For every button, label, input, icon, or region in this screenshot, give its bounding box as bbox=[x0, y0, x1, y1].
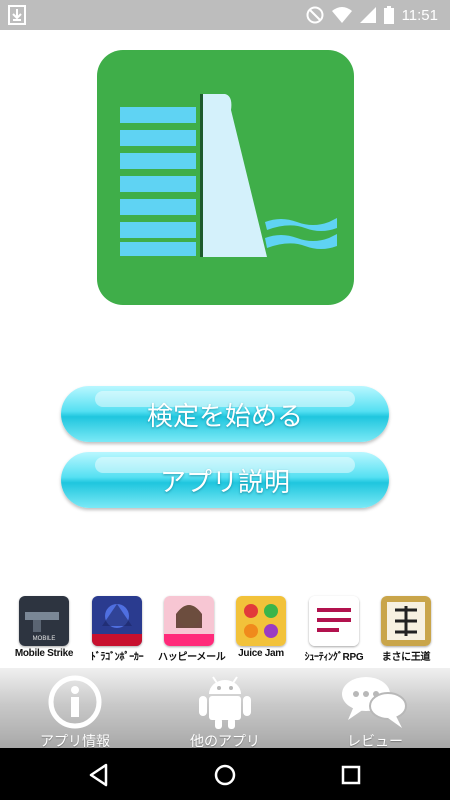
android-icon bbox=[199, 676, 251, 729]
app-thumbnail: MOBILE bbox=[19, 596, 69, 646]
speech-bubble-icon bbox=[342, 677, 407, 728]
home-icon[interactable] bbox=[212, 762, 238, 788]
download-icon bbox=[8, 5, 26, 25]
start-test-button[interactable]: 検定を始める bbox=[61, 386, 389, 442]
wifi-icon bbox=[331, 7, 352, 23]
start-test-label: 検定を始める bbox=[146, 401, 303, 432]
battery-icon bbox=[383, 6, 394, 24]
back-icon[interactable] bbox=[86, 762, 112, 788]
do-not-disturb-icon bbox=[306, 6, 324, 24]
promo-app-happy-mail[interactable]: ハッピーメール bbox=[158, 596, 226, 663]
tab-review[interactable]: レビュー bbox=[300, 668, 450, 750]
app-thumbnail bbox=[381, 596, 431, 646]
promo-app-list: MOBILE Mobile Strike ﾄﾞﾗｺﾞﾝﾎﾟｰｶｰ ハッピーメール bbox=[0, 596, 450, 668]
recents-icon[interactable] bbox=[338, 762, 364, 788]
svg-text:MOBILE: MOBILE bbox=[33, 636, 56, 642]
promo-app-name: ハッピーメール bbox=[158, 652, 226, 663]
app-thumbnail bbox=[236, 596, 286, 646]
cellular-icon bbox=[359, 7, 376, 23]
app-description-button[interactable]: アプリ説明 bbox=[61, 452, 389, 508]
status-bar: 11:51 bbox=[0, 0, 450, 30]
promo-app-juice-jam[interactable]: Juice Jam bbox=[230, 596, 292, 659]
tab-app-info[interactable]: アプリ情報 bbox=[0, 668, 150, 750]
app-thumbnail bbox=[164, 596, 214, 646]
tab-other-apps[interactable]: 他のアプリ bbox=[150, 668, 300, 750]
promo-app-name: Juice Jam bbox=[238, 648, 284, 659]
promo-app-mobile-strike[interactable]: MOBILE Mobile Strike bbox=[13, 596, 75, 659]
status-time: 11:51 bbox=[401, 6, 438, 24]
navigation-bar bbox=[0, 748, 450, 800]
app-logo bbox=[97, 50, 354, 305]
promo-app-name: まさに王道 bbox=[381, 652, 431, 663]
app-thumbnail bbox=[92, 596, 142, 646]
app-thumbnail bbox=[309, 596, 359, 646]
dam-icon bbox=[120, 94, 337, 257]
promo-app-masani-oudou[interactable]: まさに王道 bbox=[375, 596, 437, 663]
promo-app-name: ﾄﾞﾗｺﾞﾝﾎﾟｰｶｰ bbox=[90, 652, 144, 663]
app-description-label: アプリ説明 bbox=[159, 467, 290, 498]
info-icon bbox=[48, 675, 102, 729]
promo-app-name: ｼｭｰﾃｨﾝｸﾞRPG bbox=[304, 652, 364, 663]
promo-app-name: Mobile Strike bbox=[14, 648, 74, 659]
bottom-tab-bar: アプリ情報 他のアプリ レビュー bbox=[0, 668, 450, 750]
promo-app-dragon-poker[interactable]: ﾄﾞﾗｺﾞﾝﾎﾟｰｶｰ bbox=[86, 596, 148, 663]
promo-app-shooting-rpg[interactable]: ｼｭｰﾃｨﾝｸﾞRPG bbox=[303, 596, 365, 663]
